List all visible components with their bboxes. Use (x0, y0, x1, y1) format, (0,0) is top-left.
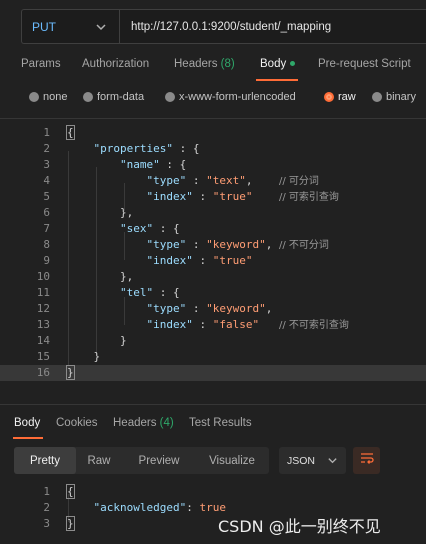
method-select[interactable]: PUT (22, 10, 120, 43)
radio-circle-icon (29, 92, 39, 102)
view-preview-button[interactable]: Preview (126, 447, 192, 474)
response-tabs: Body Cookies Headers (4) Test Results (0, 414, 426, 436)
code-line-current: 16} (0, 365, 426, 381)
code-line: 10 }, (36, 270, 134, 283)
active-tab-indicator (13, 437, 43, 439)
radio-raw[interactable]: raw (324, 91, 356, 103)
resp-tab-headers-label: Headers (113, 417, 157, 429)
headers-count: (8) (220, 58, 235, 70)
chevron-down-icon (327, 455, 338, 466)
code-line: 11 "tel" : { (36, 286, 180, 299)
radio-binary-label: binary (386, 91, 416, 103)
url-bar: PUT http://127.0.0.1:9200/student/_mappi… (21, 9, 426, 44)
tab-body[interactable]: Body (260, 58, 296, 70)
radio-circle-icon (83, 92, 93, 102)
code-line: 7 "sex" : { (43, 222, 180, 235)
resp-tab-test-results[interactable]: Test Results (189, 417, 252, 429)
url-input[interactable]: http://127.0.0.1:9200/student/_mapping (120, 21, 331, 33)
watermark: CSDN @此一别终不见 (218, 517, 381, 536)
radio-raw-label: raw (338, 91, 356, 103)
resp-tab-headers[interactable]: Headers (4) (113, 417, 174, 429)
code-line: 3 "name" : { (43, 158, 187, 171)
modified-dot-icon (290, 61, 296, 67)
code-line: 13 "index" : "false" // 不可索引查询 (36, 318, 349, 331)
request-tabs: Params Authorization Headers (8) Body Pr… (0, 52, 426, 80)
code-line: 1{ (43, 484, 75, 499)
tab-headers[interactable]: Headers (8) (174, 58, 235, 70)
view-visualize-button[interactable]: Visualize (196, 447, 268, 474)
code-line: 4 "type" : "text", // 可分词 (43, 174, 319, 187)
code-line: 1{ (43, 125, 75, 140)
radio-none[interactable]: none (29, 91, 67, 103)
tab-headers-label: Headers (174, 58, 218, 70)
chevron-down-icon (95, 21, 107, 33)
method-label: PUT (32, 19, 56, 34)
code-line: 2 "properties" : { (43, 142, 200, 155)
active-tab-indicator (256, 79, 298, 81)
code-line: 15 } (36, 350, 101, 363)
request-body-editor[interactable]: 1{ 2 "properties" : { 3 "name" : { 4 "ty… (0, 125, 426, 383)
radio-circle-icon (165, 92, 175, 102)
tab-params[interactable]: Params (21, 58, 61, 70)
code-line: 6 }, (43, 206, 134, 219)
wrap-lines-icon (360, 451, 374, 470)
code-line: 14 } (36, 334, 127, 347)
radio-binary[interactable]: binary (372, 91, 416, 103)
code-line: 8 "type" : "keyword", // 不可分词 (43, 238, 329, 251)
divider (0, 118, 426, 119)
format-select[interactable]: JSON (279, 447, 346, 474)
radio-none-label: none (43, 91, 68, 103)
divider (0, 404, 426, 405)
radio-form-data-label: form-data (97, 91, 145, 103)
view-mode-group: Pretty Raw Preview Visualize (14, 447, 269, 474)
resp-headers-count: (4) (159, 417, 174, 429)
tab-body-label: Body (260, 58, 287, 70)
format-select-label: JSON (287, 454, 316, 467)
radio-urlencoded-label: x-www-form-urlencoded (179, 91, 296, 103)
body-type-radios: none form-data x-www-form-urlencoded raw… (0, 88, 426, 108)
view-pretty-button[interactable]: Pretty (14, 447, 76, 474)
code-line: 12 "type" : "keyword", (36, 302, 273, 315)
radio-circle-icon (372, 92, 382, 102)
resp-tab-body[interactable]: Body (14, 417, 40, 429)
resp-tab-cookies[interactable]: Cookies (56, 417, 98, 429)
tab-authorization[interactable]: Authorization (82, 58, 149, 70)
code-line: 9 "index" : "true" (43, 254, 253, 267)
radio-selected-icon (324, 92, 334, 102)
view-raw-button[interactable]: Raw (76, 447, 122, 474)
radio-form-data[interactable]: form-data (83, 91, 144, 103)
radio-urlencoded[interactable]: x-www-form-urlencoded (165, 91, 296, 103)
tab-pre-request-script[interactable]: Pre-request Script (318, 58, 411, 70)
wrap-lines-button[interactable] (353, 447, 380, 474)
code-line: 5 "index" : "true" // 可索引查询 (43, 190, 339, 203)
